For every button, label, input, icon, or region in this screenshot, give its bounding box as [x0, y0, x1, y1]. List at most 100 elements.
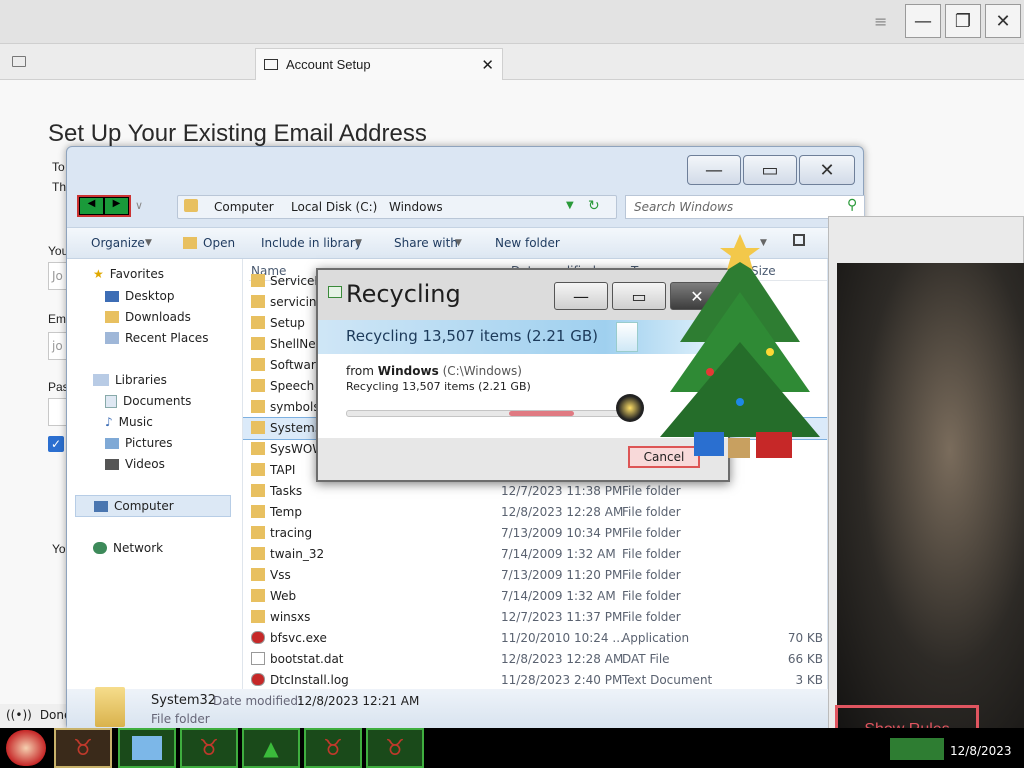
search-icon[interactable]: ⚲	[847, 197, 857, 213]
breadcrumb-computer[interactable]: Computer	[214, 200, 274, 214]
folder-icon	[251, 379, 265, 392]
task-item-6[interactable]: ♉	[366, 728, 424, 768]
demon-icon: ♉	[73, 735, 93, 761]
table-row[interactable]: bootstat.dat 12/8/2023 12:28 AM DAT File 66…	[243, 649, 827, 670]
nav-favorites[interactable]: ★ Favorites	[93, 267, 164, 281]
details-date: 12/8/2023 12:21 AM	[297, 694, 420, 708]
table-row[interactable]: Web 7/14/2009 1:32 AM File folder	[243, 586, 827, 607]
tab-label: Account Setup	[286, 57, 371, 72]
address-dropdown-icon[interactable]: ▼	[566, 200, 574, 211]
desktop-icon	[105, 290, 119, 302]
address-bar[interactable]: Computer Local Disk (C:) Windows ▼ ↻	[177, 195, 617, 219]
tab-account-setup[interactable]: Account Setup ✕	[255, 48, 503, 80]
task-tree[interactable]: ▲	[242, 728, 300, 768]
nav-pictures[interactable]: Pictures	[105, 436, 173, 450]
nav-downloads[interactable]: Downloads	[105, 310, 191, 324]
dialog-minimize-button[interactable]: —	[554, 282, 608, 310]
share-chevron-icon: ▼	[455, 238, 462, 248]
nav-downloads-label: Downloads	[125, 310, 191, 324]
nav-network[interactable]: Network	[93, 541, 163, 555]
table-row[interactable]: winsxs 12/7/2023 11:37 PM File folder	[243, 607, 827, 628]
nav-music[interactable]: ♪ Music	[105, 415, 153, 429]
folder-tab-icon[interactable]	[12, 56, 26, 67]
taskbar: ♉ ♉ ▲ ♉ ♉ 12/8/2023	[0, 728, 1024, 768]
recent-dropdown-icon[interactable]: ∨	[135, 199, 143, 212]
tab-bar	[0, 44, 1024, 80]
email-field[interactable]: jo	[48, 332, 68, 360]
navigation-pane: ★ Favorites Desktop Downloads Recent Plac…	[67, 259, 243, 689]
photo-image	[837, 263, 1024, 731]
forward-arrow-icon[interactable]: ▶	[105, 198, 128, 214]
task-item-5[interactable]: ♉	[304, 728, 362, 768]
remember-checkbox[interactable]: ✓	[48, 436, 64, 452]
cell-name: tracing	[270, 526, 313, 540]
nav-libraries-label: Libraries	[115, 373, 167, 387]
clock[interactable]: 12/8/2023	[950, 744, 1012, 758]
restore-button[interactable]: ❐	[945, 4, 981, 38]
table-row[interactable]: twain_32 7/14/2009 1:32 AM File folder	[243, 544, 827, 565]
nav-computer[interactable]: Computer	[75, 495, 231, 517]
photo-window: Show Rules	[828, 216, 1024, 742]
table-row[interactable]: bfsvc.exe 11/20/2010 10:24 ... Application…	[243, 628, 827, 649]
refresh-icon[interactable]: ↻	[588, 198, 600, 214]
cell-date: 12/8/2023 12:28 AM	[501, 505, 624, 519]
back-arrow-icon[interactable]: ◀	[80, 198, 103, 214]
breadcrumb-windows[interactable]: Windows	[389, 200, 443, 214]
table-row[interactable]: Temp 12/8/2023 12:28 AM File folder	[243, 502, 827, 523]
table-row[interactable]: tracing 7/13/2009 10:34 PM File folder	[243, 523, 827, 544]
organize-button[interactable]: Organize	[91, 236, 145, 250]
share-with-button[interactable]: Share with	[394, 236, 458, 250]
progress-track	[346, 410, 628, 417]
start-button[interactable]	[6, 730, 46, 766]
minimize-button[interactable]: —	[905, 4, 941, 38]
cell-name: symbols	[270, 400, 320, 414]
table-row[interactable]: Vss 7/13/2009 11:20 PM File folder	[243, 565, 827, 586]
tray-icons[interactable]	[890, 738, 944, 760]
cell-name: bfsvc.exe	[270, 631, 327, 645]
task-item-3[interactable]: ♉	[180, 728, 238, 768]
cell-date: 7/13/2009 11:20 PM	[501, 568, 623, 582]
folder-icon	[184, 199, 198, 212]
menu-icon[interactable]: ≡	[874, 12, 887, 31]
nav-desktop[interactable]: Desktop	[105, 289, 175, 303]
details-type: File folder	[151, 712, 210, 726]
explorer-close-button[interactable]: ✕	[799, 155, 855, 185]
connection-icon: ((•))	[6, 708, 32, 722]
new-folder-button[interactable]: New folder	[495, 236, 560, 250]
folder-icon	[251, 526, 265, 539]
cell-name: ServiceP	[270, 274, 322, 288]
open-button[interactable]: Open	[203, 236, 235, 250]
cell-type: File folder	[622, 505, 681, 519]
explorer-minimize-button[interactable]: —	[687, 155, 741, 185]
password-field[interactable]	[48, 398, 68, 426]
task-explorer[interactable]	[118, 728, 176, 768]
folder-icon	[251, 505, 265, 518]
nav-libraries[interactable]: Libraries	[93, 373, 167, 387]
tab-close-icon[interactable]: ✕	[481, 56, 494, 74]
task-item-1[interactable]: ♉	[54, 728, 112, 768]
recent-places-icon	[105, 332, 119, 344]
folder-icon	[251, 589, 265, 602]
cell-name: Temp	[270, 505, 302, 519]
nav-videos[interactable]: Videos	[105, 457, 165, 471]
email-label: Em	[48, 312, 66, 326]
table-row[interactable]: Tasks 12/7/2023 11:38 PM File folder	[243, 481, 827, 502]
cell-type: File folder	[622, 526, 681, 540]
nav-computer-label: Computer	[114, 499, 174, 513]
cell-size: 66 KB	[787, 652, 823, 666]
table-row[interactable]: DtcInstall.log 11/28/2023 2:40 PM Text Doc…	[243, 670, 827, 689]
name-field[interactable]: Jo	[48, 262, 68, 290]
star-icon: ★	[93, 267, 104, 281]
nav-recent-places[interactable]: Recent Places	[105, 331, 208, 345]
dialog-title: Recycling	[346, 280, 461, 308]
nav-videos-label: Videos	[125, 457, 165, 471]
explorer-maximize-button[interactable]: ▭	[743, 155, 797, 185]
file-icon	[251, 652, 265, 665]
page-title: Set Up Your Existing Email Address	[48, 120, 427, 147]
nav-documents[interactable]: Documents	[105, 394, 191, 408]
include-library-button[interactable]: Include in library	[261, 236, 362, 250]
breadcrumb-local-disk[interactable]: Local Disk (C:)	[291, 200, 377, 214]
close-button[interactable]: ✕	[985, 4, 1021, 38]
intro-text: To	[52, 160, 65, 174]
cell-date: 12/7/2023 11:37 PM	[501, 610, 623, 624]
